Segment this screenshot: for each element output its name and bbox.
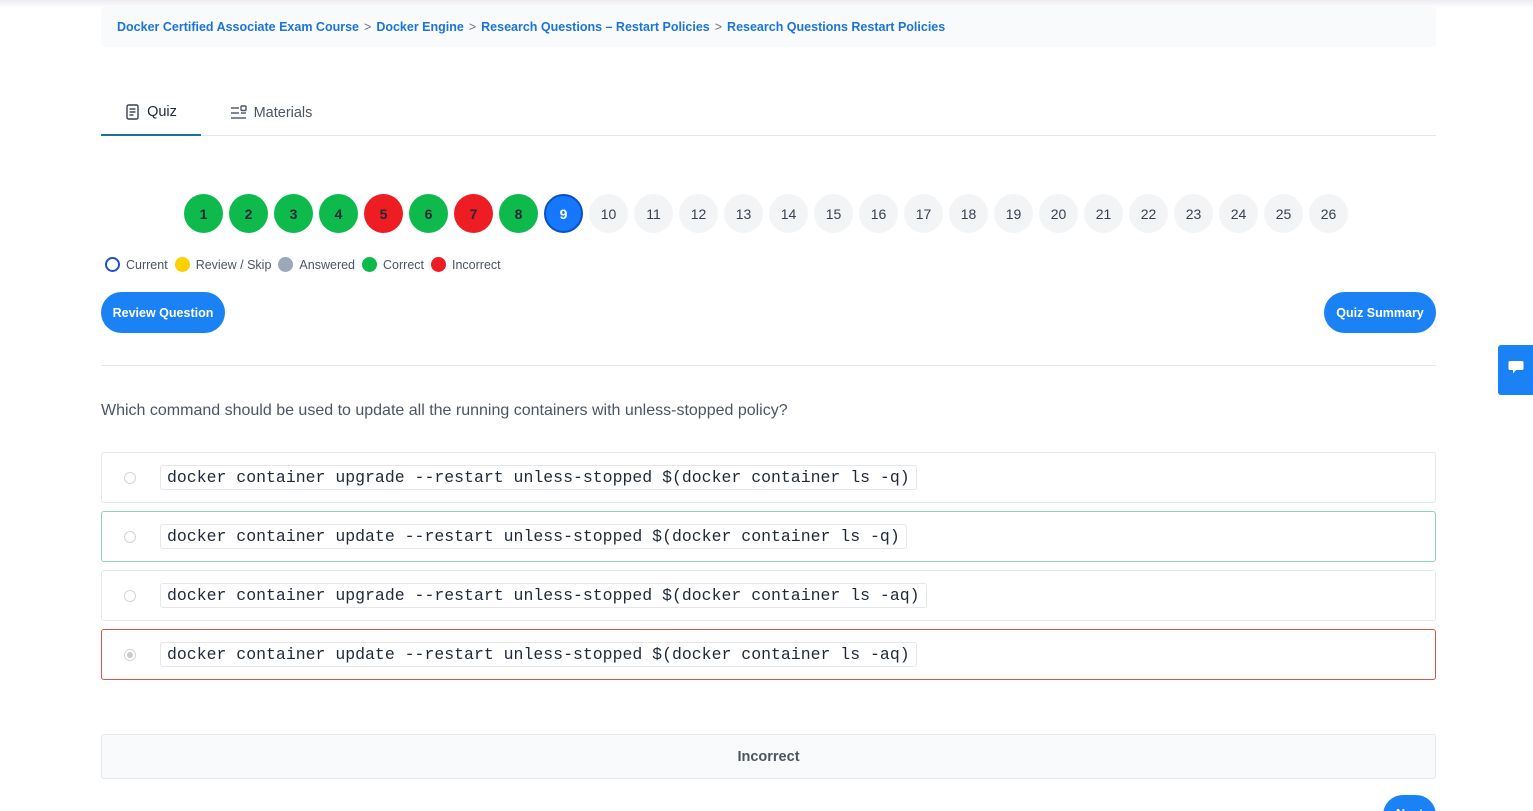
answer-option[interactable]: docker container upgrade --restart unles… (101, 570, 1436, 621)
question-nav-button[interactable]: 6 (409, 194, 448, 233)
question-nav-button[interactable]: 2 (229, 194, 268, 233)
question-nav-button[interactable]: 16 (859, 194, 898, 233)
answer-option-correct[interactable]: docker container update --restart unless… (101, 511, 1436, 562)
question-nav-button[interactable]: 5 (364, 194, 403, 233)
quiz-document-icon (125, 104, 140, 120)
question-nav-button[interactable]: 25 (1264, 194, 1303, 233)
quiz-summary-button[interactable]: Quiz Summary (1324, 292, 1436, 333)
option-code: docker container update --restart unless… (160, 524, 907, 549)
option-code: docker container update --restart unless… (160, 642, 917, 667)
option-radio-selected[interactable] (124, 648, 136, 661)
breadcrumb-separator: > (714, 20, 723, 34)
chat-bubble-icon (1508, 360, 1524, 380)
answer-option-selected-incorrect[interactable]: docker container update --restart unless… (101, 629, 1436, 680)
question-nav-button[interactable]: 7 (454, 194, 493, 233)
legend-incorrect: Incorrect (431, 257, 501, 272)
next-button[interactable]: Next (1383, 795, 1436, 811)
content-tabs: Quiz Materials (101, 90, 1436, 136)
tab-materials-label: Materials (253, 105, 313, 121)
divider (101, 365, 1436, 366)
materials-list-icon (230, 105, 247, 121)
question-nav-button[interactable]: 8 (499, 194, 538, 233)
question-navigator: 1 2 3 4 5 6 7 8 9 10 11 12 13 14 15 16 17 18 19 20 21 22 23 24 2… (184, 194, 1348, 233)
breadcrumb-module[interactable]: Docker Engine (376, 20, 464, 34)
correct-dot-icon (362, 257, 378, 272)
question-nav-button[interactable]: 17 (904, 194, 943, 233)
option-code: docker container upgrade --restart unles… (160, 465, 917, 490)
result-banner: Incorrect (101, 734, 1436, 779)
legend-review-label: Review / Skip (195, 257, 272, 272)
question-nav-button[interactable]: 26 (1309, 194, 1348, 233)
question-nav-button[interactable]: 23 (1174, 194, 1213, 233)
question-nav-button[interactable]: 13 (724, 194, 763, 233)
review-question-button[interactable]: Review Question (101, 292, 225, 333)
question-nav-button[interactable]: 21 (1084, 194, 1123, 233)
legend-answered-label: Answered (299, 257, 356, 272)
answer-option[interactable]: docker container upgrade --restart unles… (101, 452, 1436, 503)
question-nav-button[interactable]: 22 (1129, 194, 1168, 233)
question-nav-button[interactable]: 18 (949, 194, 988, 233)
legend-review: Review / Skip (174, 257, 272, 272)
review-dot-icon (174, 257, 190, 272)
feedback-tab[interactable] (1498, 345, 1533, 395)
question-nav-button[interactable]: 15 (814, 194, 853, 233)
option-radio[interactable] (124, 471, 136, 484)
current-dot-icon (105, 257, 120, 272)
question-nav-button[interactable]: 14 (769, 194, 808, 233)
question-nav-button[interactable]: 4 (319, 194, 358, 233)
question-nav-button[interactable]: 3 (274, 194, 313, 233)
question-nav-button[interactable]: 12 (679, 194, 718, 233)
question-nav-button[interactable]: 19 (994, 194, 1033, 233)
breadcrumb-course[interactable]: Docker Certified Associate Exam Course (117, 20, 359, 34)
breadcrumb-lesson[interactable]: Research Questions – Restart Policies (481, 20, 710, 34)
legend-correct-label: Correct (383, 257, 424, 272)
legend-current-label: Current (126, 257, 168, 272)
tab-materials[interactable]: Materials (201, 90, 341, 136)
tab-quiz-label: Quiz (147, 104, 177, 120)
option-radio[interactable] (124, 530, 136, 543)
question-nav-button[interactable]: 1 (184, 194, 223, 233)
legend-answered: Answered (278, 257, 355, 272)
question-nav-button[interactable]: 10 (589, 194, 628, 233)
status-legend: Current Review / Skip Answered Correct I… (105, 257, 508, 272)
question-nav-button[interactable]: 11 (634, 194, 673, 233)
legend-correct: Correct (362, 257, 424, 272)
incorrect-dot-icon (431, 257, 446, 272)
tab-quiz[interactable]: Quiz (101, 90, 201, 136)
breadcrumb-separator: > (468, 20, 477, 34)
breadcrumb: Docker Certified Associate Exam Course >… (101, 7, 1436, 47)
answered-dot-icon (278, 257, 294, 272)
legend-current: Current (105, 257, 168, 272)
option-code: docker container upgrade --restart unles… (160, 583, 927, 608)
legend-incorrect-label: Incorrect (452, 257, 501, 272)
question-nav-button[interactable]: 24 (1219, 194, 1258, 233)
breadcrumb-quiz[interactable]: Research Questions Restart Policies (727, 20, 945, 34)
question-nav-button[interactable]: 20 (1039, 194, 1078, 233)
question-nav-button[interactable]: 9 (544, 194, 583, 233)
question-text: Which command should be used to update a… (101, 402, 788, 419)
option-radio[interactable] (124, 589, 136, 602)
breadcrumb-separator: > (364, 20, 372, 34)
